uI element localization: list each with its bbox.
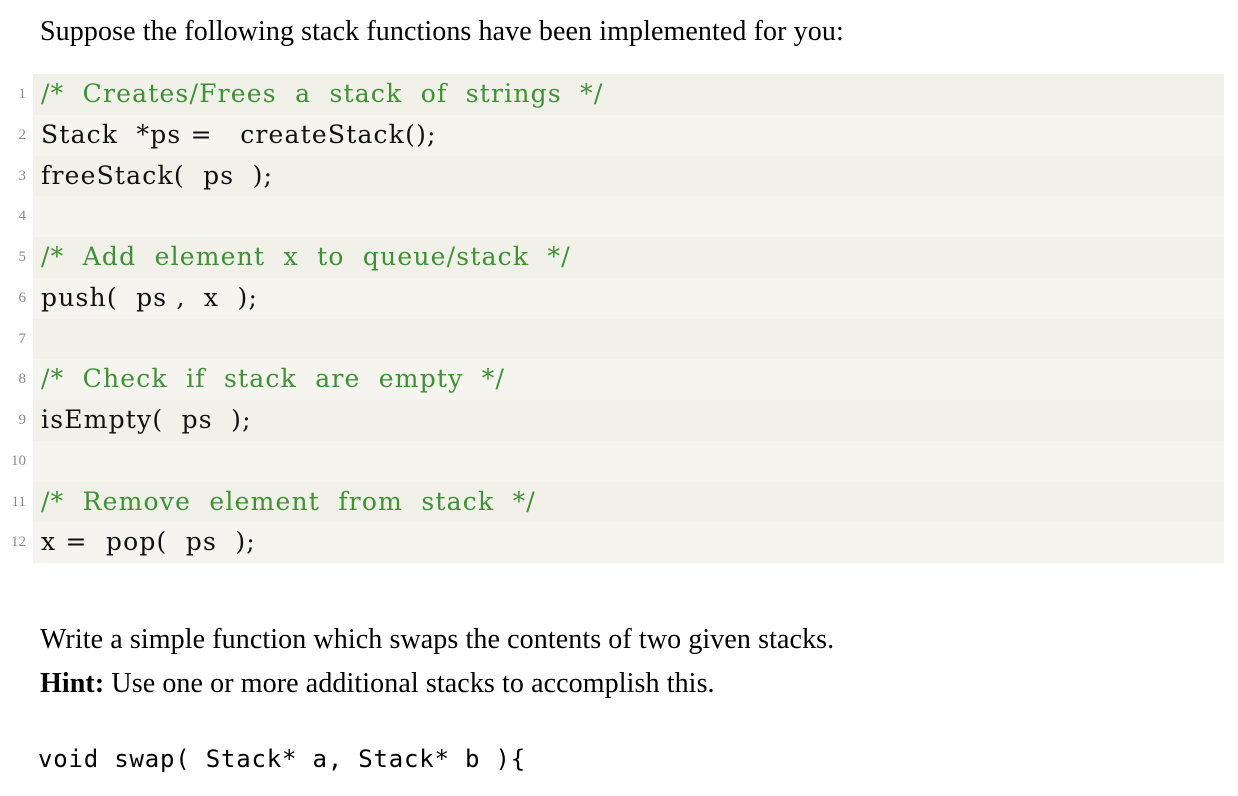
code-line: 3 freeStack( ps ); xyxy=(0,156,1238,197)
code-line-number: 8 xyxy=(18,371,27,388)
code-line: 9 isEmpty( ps ); xyxy=(0,400,1238,441)
code-listing: 1 /* Creates/Frees a stack of strings */ 2… xyxy=(0,74,1238,563)
code-line-number: 11 xyxy=(11,493,26,510)
code-line-number: 1 xyxy=(18,86,27,102)
code-comment-text: /* Remove element from stack */ xyxy=(41,486,536,516)
code-line: 6 push( ps , x ); xyxy=(0,277,1238,319)
code-line-number: 4 xyxy=(18,208,27,225)
task-paragraph: Write a simple function which swaps the … xyxy=(40,624,835,655)
code-line-number: 9 xyxy=(18,412,27,428)
code-line-number: 7 xyxy=(18,330,27,347)
code-line-number: 6 xyxy=(18,289,27,306)
code-line: 1 /* Creates/Frees a stack of strings */ xyxy=(0,74,1238,115)
answer-stub-line: void swap( Stack* a, Stack* b ){ xyxy=(38,745,526,773)
code-line-number: 3 xyxy=(18,167,27,184)
intro-paragraph: Suppose the following stack functions ha… xyxy=(40,16,844,47)
code-source-text: push( ps , x ); xyxy=(41,282,259,312)
code-line: 11 /* Remove element from stack */ xyxy=(0,482,1238,523)
code-source-text: x = pop( ps ); xyxy=(41,527,256,557)
code-line-number: 10 xyxy=(11,452,26,469)
code-line-band xyxy=(33,440,1224,482)
code-comment-text: /* Creates/Frees a stack of strings */ xyxy=(41,79,604,108)
code-line: 10 xyxy=(0,440,1238,482)
hint-paragraph: Hint: Use one or more additional stacks … xyxy=(40,662,715,706)
code-line: 5 /* Add element x to queue/stack */ xyxy=(0,237,1238,278)
hint-label: Hint: xyxy=(40,668,105,699)
code-source-text: isEmpty( ps ); xyxy=(41,405,252,434)
code-line-number: 5 xyxy=(18,249,27,265)
document-page: Suppose the following stack functions ha… xyxy=(0,0,1238,796)
code-line: 2 Stack *ps = createStack(); xyxy=(0,114,1238,156)
code-source-text: freeStack( ps ); xyxy=(41,160,274,190)
code-comment-text: /* Check if stack are empty */ xyxy=(41,364,506,394)
code-line-band xyxy=(33,196,1224,237)
code-line-band xyxy=(33,319,1224,360)
code-line-number: 2 xyxy=(18,126,27,143)
code-line-number: 12 xyxy=(11,534,26,551)
code-line: 8 /* Check if stack are empty */ xyxy=(0,359,1238,400)
code-line: 12 x = pop( ps ); xyxy=(0,522,1238,563)
code-line: 7 xyxy=(0,319,1238,360)
code-line: 4 xyxy=(0,196,1238,237)
hint-text: Use one or more additional stacks to acc… xyxy=(104,668,715,699)
code-source-text: Stack *ps = createStack(); xyxy=(41,119,437,149)
code-comment-text: /* Add element x to queue/stack */ xyxy=(41,242,571,271)
